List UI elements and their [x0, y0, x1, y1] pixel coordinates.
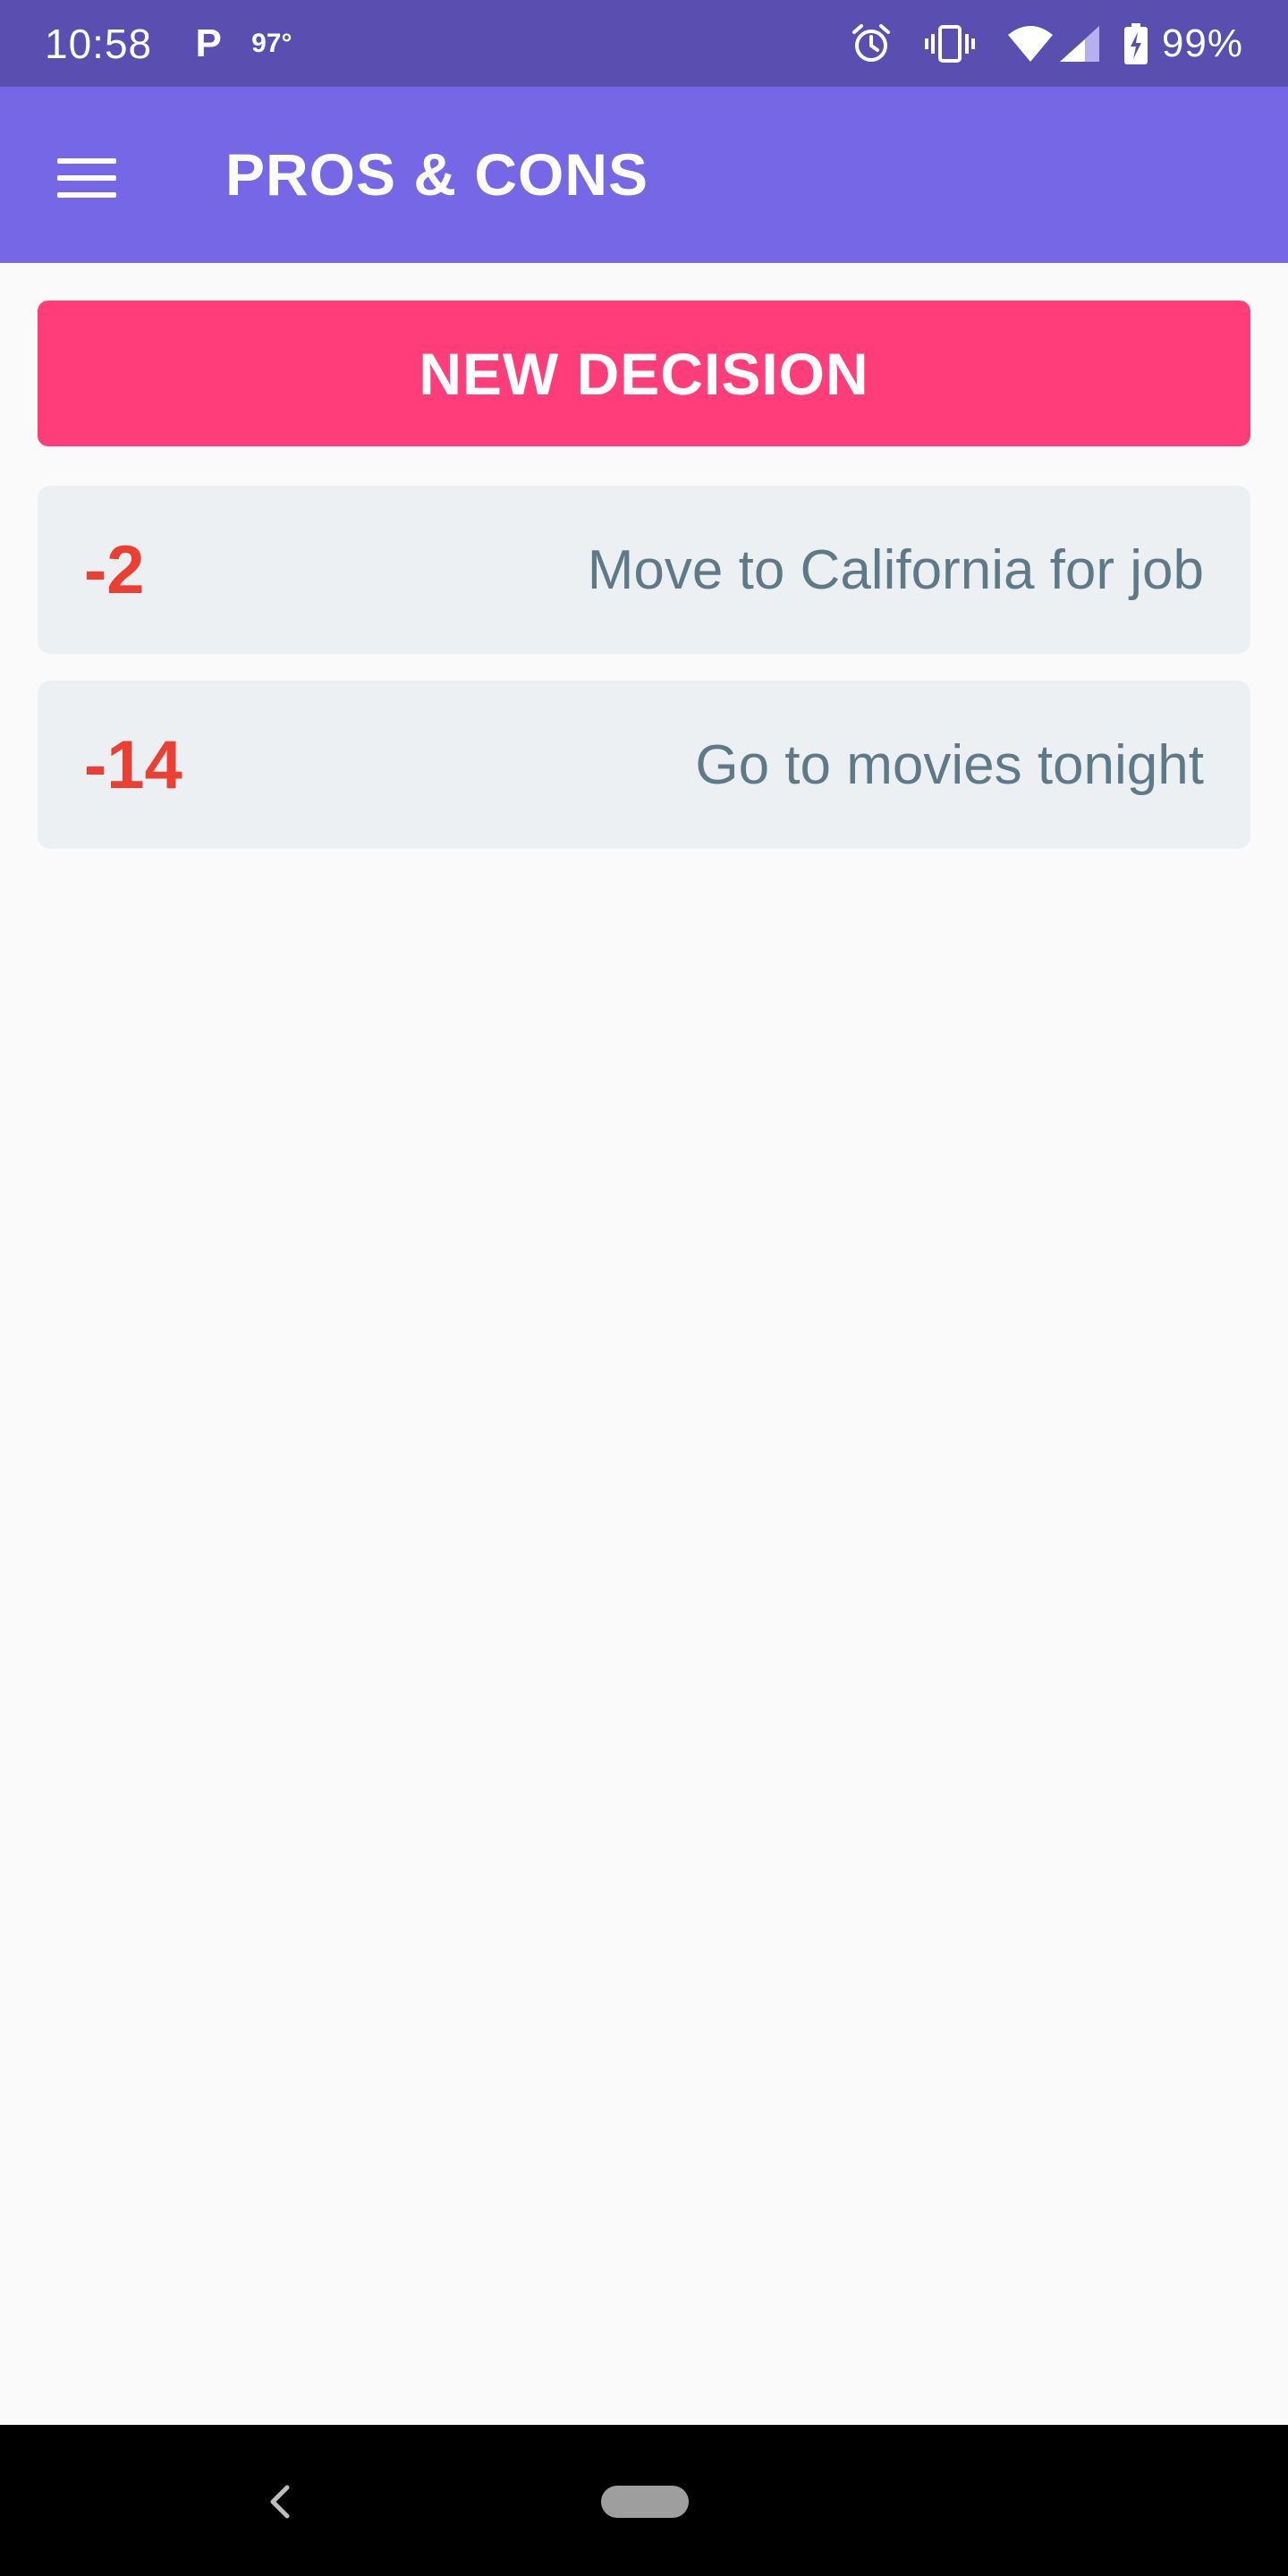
status-left: 10:58 P 97° — [45, 20, 292, 68]
back-icon[interactable] — [261, 2475, 297, 2529]
decision-title: Move to California for job — [587, 538, 1204, 601]
temperature: 97° — [251, 28, 292, 58]
alarm-icon — [851, 23, 892, 64]
decision-score: -2 — [84, 531, 145, 608]
decision-score: -14 — [84, 726, 182, 803]
menu-line — [57, 175, 116, 181]
app-bar: PROS & CONS — [0, 87, 1288, 263]
status-time: 10:58 — [45, 20, 153, 67]
decision-list-item[interactable]: -14 Go to movies tonight — [38, 681, 1250, 849]
menu-line — [57, 158, 116, 164]
system-nav-bar — [0, 2425, 1288, 2576]
home-pill-icon[interactable] — [601, 2486, 689, 2518]
wifi-icon — [1007, 25, 1053, 62]
parking-icon: P — [195, 21, 222, 65]
battery-percent: 99% — [1161, 21, 1243, 65]
menu-line — [57, 192, 116, 198]
battery-charging-icon — [1123, 22, 1148, 64]
vibrate-icon — [924, 23, 976, 64]
hamburger-menu-icon[interactable] — [57, 158, 116, 198]
app-screen: 10:58 P 97° 99% PROS & CONS NEW DECISION… — [0, 0, 1288, 2576]
decision-list-item[interactable]: -2 Move to California for job — [38, 486, 1250, 654]
decision-title: Go to movies tonight — [695, 733, 1204, 796]
page-title: PROS & CONS — [225, 141, 649, 208]
new-decision-button[interactable]: NEW DECISION — [38, 301, 1250, 446]
status-bar: 10:58 P 97° 99% — [0, 0, 1288, 87]
signal-icon — [1059, 25, 1099, 62]
status-right: 99% — [818, 21, 1243, 66]
